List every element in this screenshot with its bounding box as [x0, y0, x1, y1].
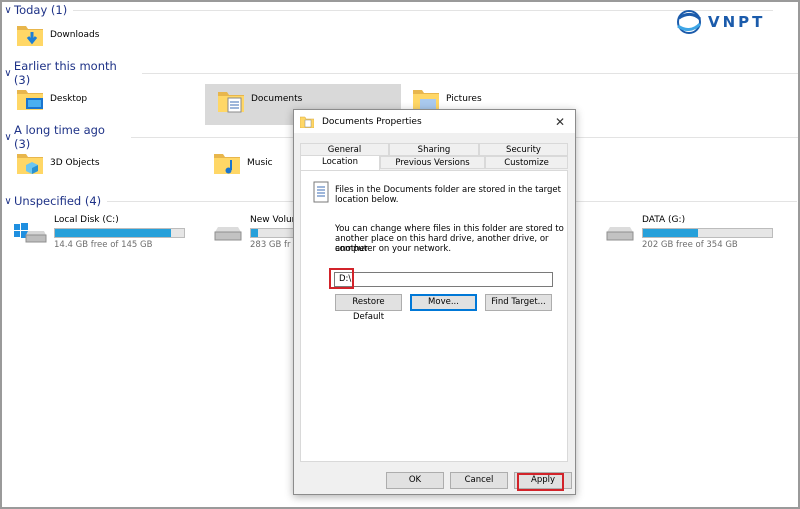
- folder-music[interactable]: Music: [213, 150, 273, 176]
- 3d-objects-folder-icon: [17, 154, 43, 174]
- folder-downloads[interactable]: Downloads: [16, 22, 99, 48]
- move-button[interactable]: Move...: [410, 294, 477, 311]
- chevron-down-icon: ∨: [4, 131, 12, 143]
- highlight-box: [517, 473, 564, 491]
- drive-name: Local Disk (C:): [54, 215, 119, 225]
- description-text: computer on your network.: [335, 244, 452, 254]
- group-title: Today (1): [14, 3, 68, 17]
- documents-folder-icon: [218, 92, 244, 113]
- drive-usage-fill: [251, 229, 258, 237]
- tab-location[interactable]: Location: [300, 155, 380, 170]
- group-title: A long time ago (3): [13, 123, 105, 151]
- restore-default-button[interactable]: Restore Default: [335, 294, 402, 322]
- group-header-earlier-this-month[interactable]: ∨ Earlier this month (3): [0, 59, 798, 87]
- chevron-down-icon: ∨: [4, 195, 12, 207]
- tab-sharing[interactable]: Sharing: [389, 143, 479, 156]
- location-path-input[interactable]: D:\: [334, 272, 553, 287]
- intro-text: location below.: [335, 195, 399, 205]
- drive-usage-bar: [250, 228, 298, 238]
- group-title: Earlier this month (3): [13, 59, 117, 87]
- drive-free-space: 14.4 GB free of 145 GB: [54, 240, 153, 250]
- documents-properties-dialog: Documents Properties ✕ General Sharing S…: [293, 109, 576, 495]
- highlight-box: [329, 268, 354, 289]
- description-text: You can change where files in this folde…: [335, 224, 564, 234]
- hard-drive-icon: [606, 227, 634, 241]
- folder-label: 3D Objects: [50, 158, 100, 168]
- folder-3d-objects[interactable]: 3D Objects: [16, 150, 100, 176]
- drive-usage-bar: [54, 228, 185, 238]
- vnpt-logo: VNPT: [676, 9, 765, 35]
- folder-label: Desktop: [50, 94, 88, 104]
- desktop-folder-icon: [17, 90, 43, 110]
- find-target-button[interactable]: Find Target...: [485, 294, 552, 311]
- folder-label: Pictures: [446, 94, 482, 104]
- cancel-button[interactable]: Cancel: [450, 472, 508, 489]
- close-icon: ✕: [554, 114, 566, 129]
- drive-new-volume[interactable]: New Volum 283 GB fr: [212, 215, 300, 250]
- folder-label: Music: [247, 158, 273, 168]
- chevron-down-icon: ∨: [4, 4, 12, 16]
- ok-button[interactable]: OK: [386, 472, 444, 489]
- drive-name: DATA (G:): [642, 215, 686, 225]
- chevron-down-icon: ∨: [4, 67, 12, 79]
- folder-label: Downloads: [50, 30, 100, 40]
- intro-text: Files in the Documents folder are stored…: [335, 185, 561, 195]
- folder-desktop[interactable]: Desktop: [16, 86, 87, 112]
- vnpt-logo-icon: [677, 10, 702, 34]
- drive-usage-bar: [642, 228, 773, 238]
- group-title: Unspecified (4): [14, 194, 102, 208]
- windows-drive-icon: [14, 223, 47, 243]
- downloads-folder-icon: [17, 26, 43, 46]
- tab-customize[interactable]: Customize: [485, 156, 568, 169]
- tab-security[interactable]: Security: [479, 143, 568, 156]
- divider: [141, 72, 798, 74]
- location-panel: Files in the Documents folder are stored…: [300, 170, 568, 462]
- dialog-title: Documents Properties: [322, 116, 422, 127]
- dialog-titlebar[interactable]: Documents Properties ✕: [294, 110, 575, 133]
- logo-text: VNPT: [708, 13, 766, 31]
- documents-folder-icon: [300, 116, 314, 128]
- drive-local-disk-c[interactable]: Local Disk (C:) 14.4 GB free of 145 GB: [14, 215, 185, 250]
- tab-previous-versions[interactable]: Previous Versions: [380, 156, 485, 169]
- folder-label: Documents: [251, 94, 303, 104]
- drive-usage-fill: [55, 229, 172, 237]
- close-button[interactable]: ✕: [545, 115, 575, 129]
- hard-drive-icon: [214, 227, 242, 241]
- drive-free-space: 202 GB free of 354 GB: [642, 240, 738, 250]
- music-folder-icon: [214, 154, 240, 174]
- drive-data-g[interactable]: DATA (G:) 202 GB free of 354 GB: [604, 215, 773, 250]
- divider: [73, 9, 774, 11]
- drive-usage-fill: [643, 229, 699, 237]
- document-icon: [313, 181, 329, 203]
